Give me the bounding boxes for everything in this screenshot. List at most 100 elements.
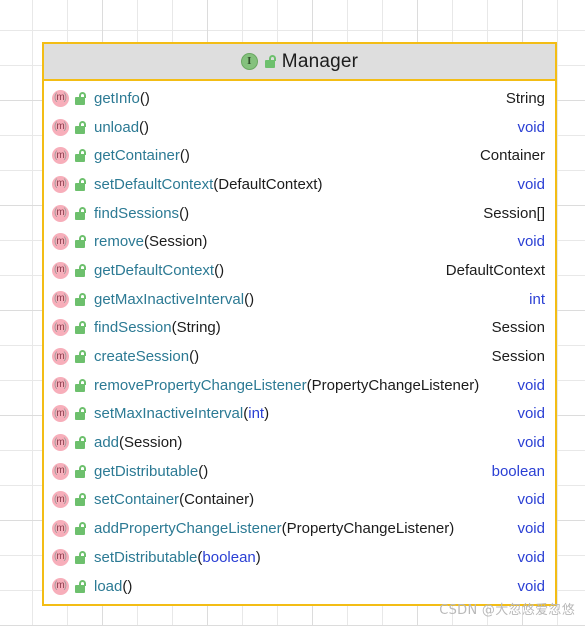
method-signature: add(Session): [94, 434, 183, 452]
method-parameter-type: String: [176, 319, 216, 337]
method-name: getDefaultContext: [94, 261, 215, 279]
uml-method-row[interactable]: m add(Session) void: [44, 428, 555, 457]
method-signature: setMaxInactiveInterval(int): [94, 405, 270, 423]
uml-method-row[interactable]: m remove(Session) void: [44, 227, 555, 256]
method-return-type: void: [517, 233, 545, 251]
method-signature: getInfo(): [94, 89, 150, 107]
method-name: createSession: [94, 348, 190, 366]
method-icon: m: [52, 491, 69, 509]
method-name: findSession: [94, 319, 172, 337]
method-name: getDistributable: [94, 462, 199, 480]
method-icon: m: [52, 233, 69, 251]
method-icon: m: [52, 577, 69, 595]
method-parameter-type: Session: [149, 233, 203, 251]
public-unlocked-padlock-icon: [74, 206, 86, 220]
uml-method-row[interactable]: m getDistributable() boolean: [44, 457, 555, 486]
method-return-type: boolean: [491, 462, 545, 480]
method-name: findSessions: [94, 204, 180, 222]
uml-method-row[interactable]: m setMaxInactiveInterval(int) void: [44, 400, 555, 429]
method-signature: setDistributable(boolean): [94, 548, 261, 566]
method-return-type: DefaultContext: [445, 261, 545, 279]
public-unlocked-padlock-icon: [74, 91, 86, 105]
uml-method-row[interactable]: m getDefaultContext() DefaultContext: [44, 256, 555, 285]
method-name: setMaxInactiveInterval: [94, 405, 244, 423]
method-parameter-type: Container: [184, 491, 250, 509]
method-parameter-type: int: [248, 405, 265, 423]
method-icon: m: [52, 434, 69, 452]
method-return-type: Session: [491, 319, 545, 337]
public-unlocked-padlock-icon: [74, 149, 86, 163]
public-unlocked-padlock-icon: [264, 55, 276, 68]
method-return-type: void: [517, 376, 545, 394]
public-unlocked-padlock-icon: [74, 464, 86, 478]
method-icon: m: [52, 376, 69, 394]
uml-method-row[interactable]: m setContainer(Container) void: [44, 486, 555, 515]
public-unlocked-padlock-icon: [74, 436, 86, 450]
uml-method-row[interactable]: m addPropertyChangeListener(PropertyChang…: [44, 514, 555, 543]
method-return-type: Session[]: [483, 204, 545, 222]
method-name: setDefaultContext: [94, 175, 214, 193]
uml-method-row[interactable]: m setDefaultContext(DefaultContext) void: [44, 170, 555, 199]
method-icon: m: [52, 175, 69, 193]
method-signature: getDefaultContext(): [94, 261, 225, 279]
method-signature: removePropertyChangeListener(PropertyCha…: [94, 376, 480, 394]
uml-method-row[interactable]: m setDistributable(boolean) void: [44, 543, 555, 572]
method-return-type: String: [505, 89, 545, 107]
method-return-type: Session: [491, 348, 545, 366]
method-signature: remove(Session): [94, 233, 208, 251]
uml-method-row[interactable]: m unload() void: [44, 113, 555, 142]
watermark-text: CSDN @大忽悠爱忽悠: [439, 603, 575, 618]
uml-method-row[interactable]: m findSession(String) Session: [44, 314, 555, 343]
interface-icon: I: [240, 53, 258, 70]
method-signature: load(): [94, 577, 133, 595]
public-unlocked-padlock-icon: [74, 579, 86, 593]
method-parameter-type: DefaultContext: [218, 175, 318, 193]
uml-method-list: m getInfo() String m unload() void m getContain…: [44, 81, 555, 604]
method-signature: setDefaultContext(DefaultContext): [94, 175, 323, 193]
method-return-type: int: [529, 290, 545, 308]
method-return-type: void: [517, 175, 545, 193]
method-signature: getDistributable(): [94, 462, 209, 480]
method-signature: getMaxInactiveInterval(): [94, 290, 255, 308]
method-signature: unload(): [94, 118, 150, 136]
method-return-type: Container: [479, 147, 545, 165]
uml-class-header[interactable]: I Manager: [44, 44, 555, 81]
method-name: setContainer: [94, 491, 180, 509]
method-parameter-type: boolean: [202, 548, 256, 566]
uml-method-row[interactable]: m getMaxInactiveInterval() int: [44, 285, 555, 314]
uml-class-box[interactable]: I Manager mgetInfo()Stringmunload()voidm…: [42, 42, 557, 607]
public-unlocked-padlock-icon: [74, 120, 86, 134]
method-icon: m: [52, 290, 69, 308]
uml-method-row[interactable]: m getInfo() String: [44, 84, 555, 113]
method-signature: createSession(): [94, 348, 200, 366]
uml-method-row[interactable]: m removePropertyChangeListener(PropertyCh…: [44, 371, 555, 400]
public-unlocked-padlock-icon: [74, 235, 86, 249]
method-icon: m: [52, 147, 69, 165]
method-signature: getContainer(): [94, 147, 190, 165]
method-icon: m: [52, 520, 69, 538]
method-name: getContainer: [94, 147, 180, 165]
method-name: getInfo: [94, 89, 140, 107]
uml-method-row[interactable]: m getContainer() Container: [44, 141, 555, 170]
method-icon: m: [52, 462, 69, 480]
method-name: unload: [94, 118, 140, 136]
method-signature: findSessions(): [94, 204, 190, 222]
method-name: removePropertyChangeListener: [94, 376, 307, 394]
public-unlocked-padlock-icon: [74, 550, 86, 564]
uml-method-row[interactable]: m load() void: [44, 572, 555, 601]
public-unlocked-padlock-icon: [74, 177, 86, 191]
method-name: load: [94, 577, 123, 595]
public-unlocked-padlock-icon: [74, 378, 86, 392]
method-parameter-type: Session: [124, 434, 178, 452]
method-return-type: void: [517, 548, 545, 566]
public-unlocked-padlock-icon: [74, 321, 86, 335]
method-name: remove: [94, 233, 145, 251]
uml-method-row[interactable]: m findSessions() Session[]: [44, 199, 555, 228]
method-icon: m: [52, 118, 69, 136]
public-unlocked-padlock-icon: [74, 407, 86, 421]
method-icon: m: [52, 204, 69, 222]
method-icon: m: [52, 89, 69, 107]
method-icon: m: [52, 319, 69, 337]
method-return-type: void: [517, 118, 545, 136]
uml-method-row[interactable]: m createSession() Session: [44, 342, 555, 371]
